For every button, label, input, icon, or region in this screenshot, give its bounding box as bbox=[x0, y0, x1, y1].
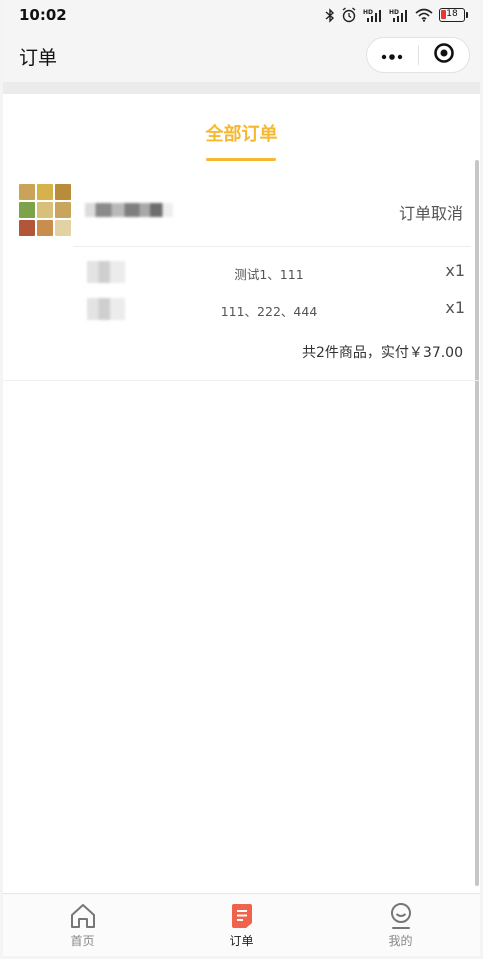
signal-hd-icon: HD bbox=[363, 8, 383, 22]
nav-bar: 订单 bbox=[3, 30, 480, 82]
order-icon bbox=[228, 902, 256, 930]
more-button[interactable] bbox=[367, 38, 418, 72]
tab-active-indicator bbox=[206, 158, 276, 161]
item-spec: 111、222、444 bbox=[220, 304, 318, 319]
status-icons: HD HD 18 bbox=[325, 6, 468, 24]
list-item: 测试1、111 x1 bbox=[73, 257, 465, 287]
card-divider bbox=[73, 246, 471, 247]
bottom-tab-bar: 首页 订单 我的 bbox=[3, 893, 480, 956]
battery-icon: 18 bbox=[439, 8, 468, 22]
tab-all-orders[interactable]: 全部订单 bbox=[3, 120, 480, 146]
shop-name-redacted bbox=[85, 203, 173, 217]
tabbar-label: 订单 bbox=[229, 934, 254, 948]
list-item: 111、222、444 x1 bbox=[73, 294, 465, 324]
shop-thumbnail bbox=[19, 184, 71, 236]
scrollbar[interactable] bbox=[475, 160, 479, 886]
tabbar-item-home[interactable]: 首页 bbox=[3, 894, 162, 956]
svg-text:HD: HD bbox=[389, 9, 399, 16]
signal-hd-icon: HD bbox=[389, 8, 409, 22]
home-icon bbox=[69, 902, 97, 930]
wifi-icon bbox=[415, 8, 433, 22]
card-bottom-divider bbox=[3, 380, 480, 381]
app-frame: 10:02 HD HD 18 订单 全部订单 订单取消 测试1、111 x1 1… bbox=[3, 0, 480, 956]
more-dots-icon bbox=[381, 46, 403, 65]
tabbar-item-orders[interactable]: 订单 bbox=[162, 894, 321, 956]
order-card[interactable]: 订单取消 测试1、111 x1 111、222、444 x1 共2件商品，实付￥… bbox=[3, 164, 480, 381]
close-button[interactable] bbox=[418, 38, 469, 72]
alarm-icon bbox=[341, 7, 357, 23]
page-title: 订单 bbox=[19, 47, 58, 69]
target-close-icon bbox=[433, 42, 455, 68]
order-summary: 共2件商品，实付￥37.00 bbox=[302, 345, 463, 361]
header-separator bbox=[3, 82, 480, 94]
profile-icon bbox=[387, 902, 415, 930]
miniprogram-capsule bbox=[366, 37, 470, 73]
item-spec: 测试1、111 bbox=[234, 267, 304, 282]
tabbar-label: 首页 bbox=[70, 934, 95, 948]
battery-level: 18 bbox=[446, 9, 458, 19]
item-quantity: x1 bbox=[445, 261, 465, 280]
order-tabs: 全部订单 bbox=[3, 94, 480, 164]
svg-text:HD: HD bbox=[363, 9, 373, 16]
order-status: 订单取消 bbox=[398, 204, 463, 223]
tabbar-label: 我的 bbox=[388, 934, 413, 948]
status-time: 10:02 bbox=[19, 6, 67, 24]
tabbar-item-profile[interactable]: 我的 bbox=[321, 894, 480, 956]
status-bar: 10:02 HD HD 18 bbox=[3, 0, 480, 30]
bluetooth-icon bbox=[325, 7, 335, 23]
item-quantity: x1 bbox=[445, 298, 465, 317]
